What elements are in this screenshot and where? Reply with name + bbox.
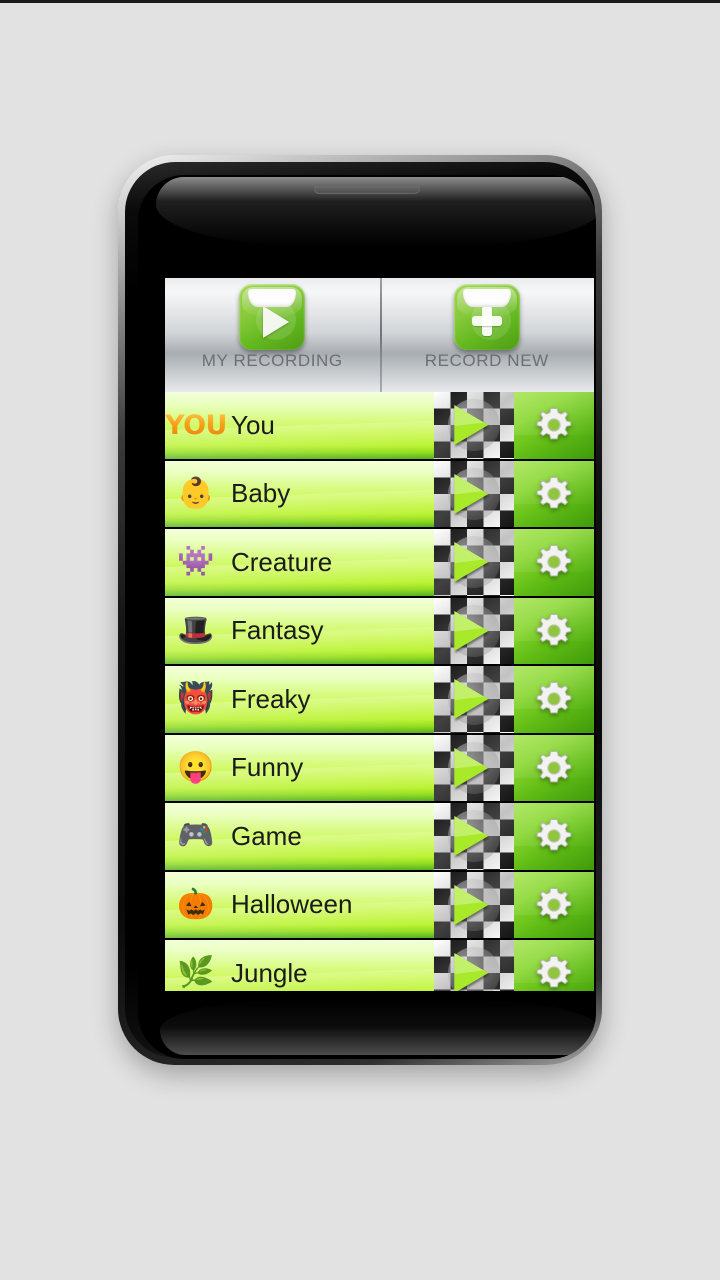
list-item-you[interactable]: YOU You — [165, 392, 434, 459]
list-item-funny[interactable]: 😛 Funny — [165, 734, 434, 801]
play-icon — [454, 405, 489, 446]
wizard-hat-icon: 🎩 — [177, 613, 215, 647]
voice-list: YOU You 👶 Baby 👾 Creature 🎩 Fantasy 👹 Fr… — [165, 392, 594, 991]
gear-icon — [536, 408, 572, 440]
play-icon — [454, 816, 489, 857]
list-item-label: Freaky — [231, 683, 311, 714]
play-icon — [454, 953, 489, 991]
settings-button[interactable] — [514, 940, 594, 991]
settings-button[interactable] — [514, 460, 594, 527]
gear-icon — [536, 750, 572, 783]
gear-icon — [536, 819, 572, 851]
list-item-halloween[interactable]: 🎃 Halloween — [165, 871, 434, 938]
list-item-freaky[interactable]: 👹 Freaky — [165, 666, 434, 733]
play-button[interactable] — [434, 734, 514, 801]
gear-icon — [536, 545, 572, 577]
gear-icon — [536, 887, 572, 920]
settings-button[interactable] — [514, 734, 594, 801]
list-item-creature[interactable]: 👾 Creature — [165, 529, 434, 596]
plus-icon — [471, 306, 502, 336]
table-row: 🌿 Jungle — [165, 940, 594, 991]
play-triangle-icon — [263, 306, 290, 338]
leaf-icon: 🌿 — [177, 956, 215, 990]
list-item-game[interactable]: 🎮 Game — [165, 803, 434, 870]
play-button[interactable] — [434, 940, 514, 991]
table-row: 🎃 Halloween — [165, 871, 594, 940]
phone-device-frame: MY RECORDING RECORD NEW YOU You 👶 Baby 👾… — [118, 155, 602, 1065]
list-item-fantasy[interactable]: 🎩 Fantasy — [165, 597, 434, 664]
play-icon — [454, 884, 489, 925]
list-item-jungle[interactable]: 🌿 Jungle — [165, 940, 434, 991]
list-item-label: Game — [231, 820, 302, 851]
play-button[interactable] — [434, 871, 514, 938]
table-row: 👶 Baby — [165, 460, 594, 529]
play-button[interactable] — [434, 666, 514, 733]
tab-my-recording-label: MY RECORDING — [201, 351, 343, 370]
folder-play-icon — [239, 284, 306, 350]
table-row: YOU You — [165, 392, 594, 461]
list-item-label: Jungle — [231, 957, 308, 988]
bezel-highlight-bottom — [160, 999, 596, 1055]
you-text-badge: YOU — [165, 409, 227, 441]
play-button[interactable] — [434, 529, 514, 596]
gear-icon — [536, 613, 572, 646]
list-item-label: You — [231, 409, 275, 440]
play-button[interactable] — [434, 597, 514, 664]
list-item-baby[interactable]: 👶 Baby — [165, 460, 434, 527]
earpiece-speaker — [314, 186, 420, 194]
table-row: 👾 Creature — [165, 529, 594, 598]
settings-button[interactable] — [514, 597, 594, 664]
gear-icon — [536, 956, 572, 988]
folder-plus-icon — [453, 284, 520, 350]
phone-screen: MY RECORDING RECORD NEW YOU You 👶 Baby 👾… — [165, 278, 594, 991]
gamepad-icon: 🎮 — [177, 819, 215, 853]
play-icon — [454, 610, 489, 651]
list-item-label: Funny — [231, 752, 304, 783]
tab-record-new-label: RECORD NEW — [424, 351, 549, 370]
canvas-top-strip — [0, 0, 720, 3]
phone-inner-frame: MY RECORDING RECORD NEW YOU You 👶 Baby 👾… — [125, 162, 596, 1059]
gear-icon — [536, 682, 572, 714]
baby-icon: 👶 — [177, 476, 215, 510]
settings-button[interactable] — [514, 871, 594, 938]
pumpkin-icon: 🎃 — [177, 887, 215, 921]
table-row: 😛 Funny — [165, 734, 594, 803]
list-item-label: Baby — [231, 478, 291, 509]
settings-button[interactable] — [514, 392, 594, 459]
list-item-label: Creature — [231, 546, 333, 577]
play-icon — [454, 679, 489, 720]
play-icon — [454, 747, 489, 788]
play-button[interactable] — [434, 803, 514, 870]
table-row: 🎮 Game — [165, 803, 594, 872]
table-row: 👹 Freaky — [165, 666, 594, 735]
play-icon — [454, 542, 489, 583]
tongue-face-icon: 😛 — [177, 750, 215, 784]
phone-front-face: MY RECORDING RECORD NEW YOU You 👶 Baby 👾… — [138, 175, 596, 1059]
gear-icon — [536, 476, 572, 509]
tab-record-new[interactable]: RECORD NEW — [379, 278, 595, 392]
play-button[interactable] — [434, 392, 514, 459]
ghost-icon: 👾 — [177, 545, 215, 579]
monster-icon: 👹 — [177, 682, 215, 716]
settings-button[interactable] — [514, 529, 594, 596]
top-tab-bar: MY RECORDING RECORD NEW — [165, 278, 594, 392]
list-item-label: Fantasy — [231, 615, 324, 646]
play-button[interactable] — [434, 460, 514, 527]
settings-button[interactable] — [514, 803, 594, 870]
table-row: 🎩 Fantasy — [165, 597, 594, 666]
settings-button[interactable] — [514, 666, 594, 733]
play-icon — [454, 473, 489, 514]
tab-my-recording[interactable]: MY RECORDING — [165, 278, 380, 392]
list-item-label: Halloween — [231, 889, 353, 920]
